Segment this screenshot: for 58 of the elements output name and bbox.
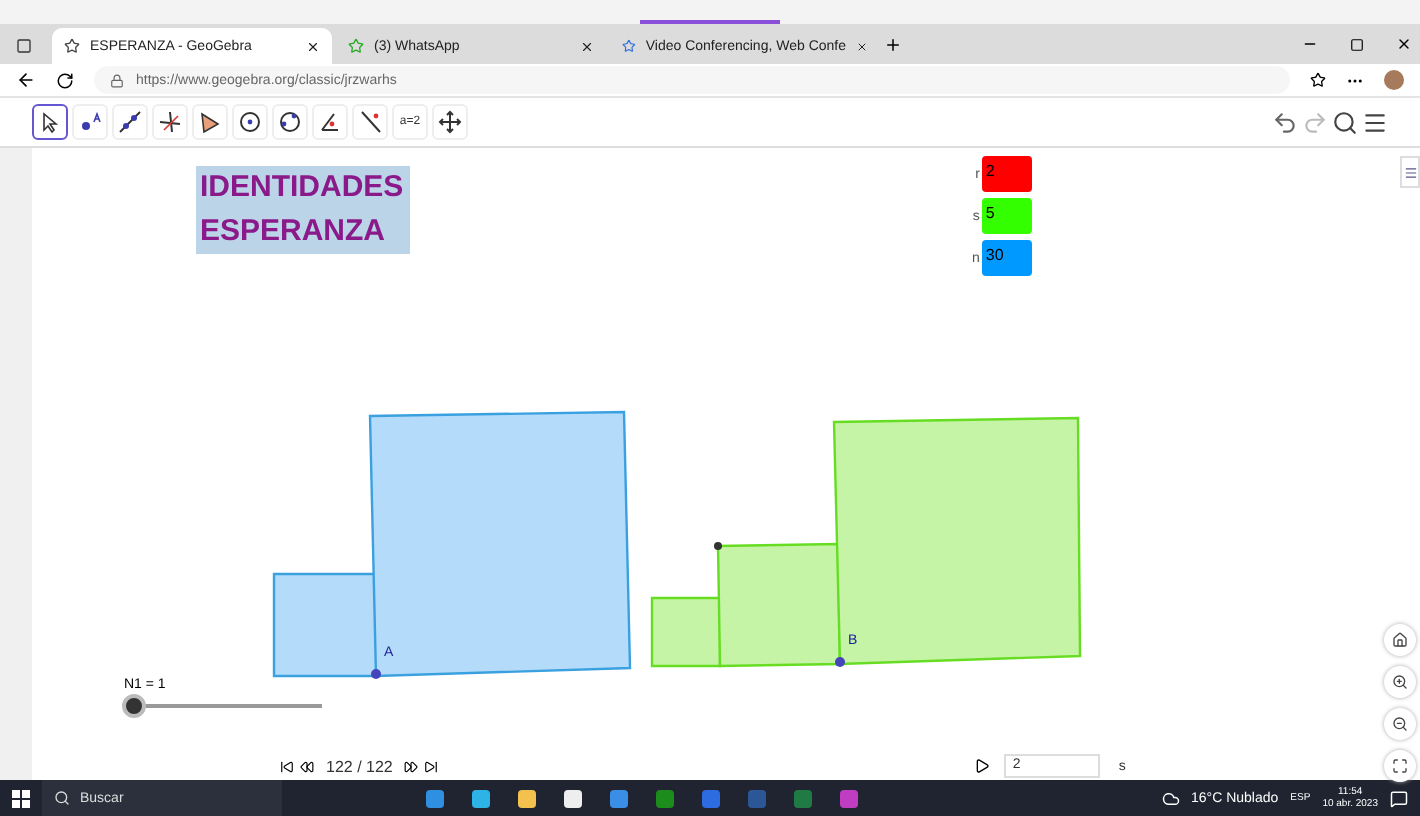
zoom-out-button[interactable] <box>1384 708 1416 740</box>
notifications-icon[interactable] <box>1390 789 1408 807</box>
taskbar-app-icon[interactable] <box>564 789 582 807</box>
home-button[interactable] <box>1384 624 1416 656</box>
tab-actions-icon[interactable] <box>16 38 32 54</box>
zoom-in-button[interactable] <box>1384 666 1416 698</box>
fullscreen-icon <box>1392 758 1408 774</box>
pointer-icon <box>41 111 59 133</box>
taskbar-app-icon[interactable] <box>472 789 490 807</box>
lock-icon <box>110 73 124 87</box>
last-step-button[interactable] <box>424 759 439 773</box>
style-bar-button[interactable] <box>1400 156 1420 188</box>
search-icon[interactable] <box>1332 109 1358 135</box>
menu-icon[interactable] <box>1362 109 1388 135</box>
tool-button[interactable] <box>32 104 68 140</box>
fullscreen-button[interactable] <box>1384 750 1416 782</box>
point-icon <box>78 110 102 134</box>
circle-icon <box>238 110 262 134</box>
circle-points-icon <box>278 110 302 134</box>
windows-icon[interactable] <box>12 789 30 807</box>
angle-icon <box>318 110 342 134</box>
reload-icon[interactable] <box>56 71 74 89</box>
new-tab-icon[interactable] <box>884 36 902 54</box>
step-counter: 122 / 122 <box>326 757 393 775</box>
title-text: IDENTIDADES <box>200 170 406 206</box>
user-avatar[interactable] <box>1384 70 1404 90</box>
next-step-button[interactable] <box>404 759 419 773</box>
close-icon[interactable] <box>306 39 320 53</box>
previous-step-button[interactable] <box>300 759 314 773</box>
zoom-in-icon <box>1392 674 1408 690</box>
triangle-icon <box>198 110 222 134</box>
close-icon[interactable] <box>580 39 594 53</box>
close-icon[interactable] <box>1396 36 1412 52</box>
zoom-out-icon <box>1392 716 1408 732</box>
move-arrows-icon <box>438 110 462 134</box>
tab-favicon-icon <box>348 38 364 54</box>
reflect-line-icon <box>358 110 382 134</box>
input-field[interactable]: 2 <box>981 156 1032 192</box>
favorite-icon[interactable] <box>1310 72 1326 88</box>
tab-favicon-icon <box>64 38 80 54</box>
title-text: ESPERANZA <box>200 214 388 250</box>
input-field[interactable]: 5 <box>981 198 1032 234</box>
slider-thumb[interactable] <box>122 694 146 718</box>
undo-icon[interactable] <box>1272 109 1298 135</box>
tab-favicon-icon <box>622 38 636 54</box>
menu-icon <box>1403 165 1417 179</box>
perpendicular-lines-icon <box>158 110 182 134</box>
close-icon[interactable] <box>856 39 868 53</box>
input-field[interactable]: 30 <box>981 240 1032 276</box>
cloud-icon <box>1161 789 1179 807</box>
home-icon <box>1392 632 1408 648</box>
first-step-button[interactable] <box>280 759 294 773</box>
search-icon <box>54 790 70 806</box>
line-icon <box>118 110 142 134</box>
taskbar-app-icon[interactable] <box>518 789 536 807</box>
play-button[interactable] <box>974 758 991 774</box>
maximize-icon[interactable] <box>1350 38 1364 52</box>
back-icon[interactable] <box>16 70 36 90</box>
